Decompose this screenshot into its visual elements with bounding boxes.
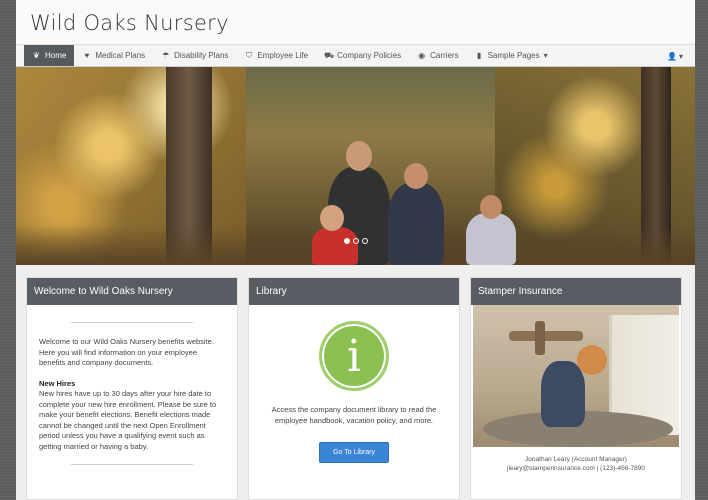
photo-toy-plane-wing — [535, 321, 545, 355]
library-card-body: i Access the company document library to… — [249, 305, 459, 463]
welcome-card-header: Welcome to Wild Oaks Nursery — [27, 278, 237, 305]
nav-item-label: Home — [45, 51, 67, 60]
hero-person-head — [404, 163, 428, 189]
new-hires-heading: New Hires — [39, 378, 76, 388]
nav-item-label: Disability Plans — [174, 51, 229, 60]
welcome-card-body: Welcome to our Wild Oaks Nursery benefit… — [27, 322, 237, 465]
hero-carousel[interactable] — [16, 67, 695, 265]
library-card-header: Library — [249, 278, 459, 305]
nav-item-carriers[interactable]: ◉ Carriers — [409, 45, 466, 66]
library-card: Library i Access the company document li… — [248, 277, 460, 500]
carousel-dot[interactable] — [353, 238, 359, 244]
photo-child — [541, 361, 585, 427]
account-manager-caption: Jonathan Leary (Account Manager) jleary@… — [471, 455, 681, 473]
nav-item-label: Carriers — [430, 51, 459, 60]
nav-item-disability-plans[interactable]: ☂ Disability Plans — [153, 45, 236, 66]
bookmark-icon: ▮ — [476, 51, 482, 60]
hero-person-head — [346, 141, 372, 171]
chevron-down-icon: ▾ — [543, 51, 548, 60]
nav-item-medical-plans[interactable]: ♥ Medical Plans — [74, 45, 153, 66]
hero-person-girl — [466, 213, 516, 265]
carousel-dot[interactable] — [362, 238, 368, 244]
content-cards: Welcome to Wild Oaks Nursery Welcome to … — [26, 277, 682, 500]
leaf-icon: ❦ — [33, 51, 40, 60]
hero-person-head — [480, 195, 502, 219]
hero-person-head — [320, 205, 344, 231]
nav-item-employee-life[interactable]: ⛉ Employee Life — [236, 45, 316, 66]
carousel-indicators — [344, 238, 368, 244]
new-hires-text: New hires have up to 30 days after your … — [39, 389, 217, 451]
welcome-card: Welcome to Wild Oaks Nursery Welcome to … — [26, 277, 238, 500]
photo-child-head — [577, 345, 607, 375]
shield-icon: ⛉ — [245, 50, 252, 60]
photo-toy-plane — [509, 331, 583, 341]
nav-item-label: Sample Pages — [487, 51, 540, 60]
insurance-card-header: Stamper Insurance — [471, 278, 681, 305]
nav-item-label: Employee Life — [257, 51, 309, 60]
welcome-intro-text: Welcome to our Wild Oaks Nursery benefit… — [39, 337, 214, 367]
user-menu[interactable]: 👤 ▾ — [661, 45, 689, 67]
main-navbar: ❦ Home ♥ Medical Plans ☂ Disability Plans ⛉ Emp… — [16, 44, 695, 67]
insurance-card: Stamper Insurance Jonathan Leary (Accoun… — [470, 277, 682, 500]
insurance-photo — [473, 305, 679, 447]
library-description: Access the company document library to r… — [271, 405, 437, 425]
site-title: Wild Oaks Nursery — [16, 0, 695, 44]
account-manager-contact: jleary@stamperinsurance.com | (123)-456-… — [507, 465, 645, 472]
divider — [71, 322, 193, 323]
nav-item-label: Medical Plans — [95, 51, 146, 60]
car-icon: ⛟ — [324, 50, 335, 60]
info-icon: i — [319, 321, 389, 391]
account-manager-name: Jonathan Leary (Account Manager) — [525, 456, 627, 463]
nav-item-company-policies[interactable]: ⛟ Company Policies — [316, 45, 409, 66]
umbrella-icon: ☂ — [162, 51, 170, 60]
divider — [71, 464, 193, 465]
go-to-library-button[interactable]: Go To Library — [319, 442, 389, 463]
heart-icon: ♥ — [84, 51, 90, 60]
circle-dot-icon: ◉ — [418, 51, 426, 60]
info-glyph: i — [346, 330, 362, 382]
hero-person-mother — [388, 183, 444, 265]
carousel-dot[interactable] — [344, 238, 350, 244]
hero-person-boy — [312, 227, 358, 265]
user-icon: 👤 — [667, 51, 677, 61]
page: Wild Oaks Nursery ❦ Home ♥ Medical Plans ☂ Di… — [16, 0, 695, 500]
nav-item-label: Company Policies — [337, 51, 402, 60]
chevron-down-icon: ▾ — [678, 51, 683, 61]
nav-item-home[interactable]: ❦ Home — [24, 45, 75, 66]
nav-item-sample-pages[interactable]: ▮ Sample Pages ▾ — [467, 45, 556, 66]
